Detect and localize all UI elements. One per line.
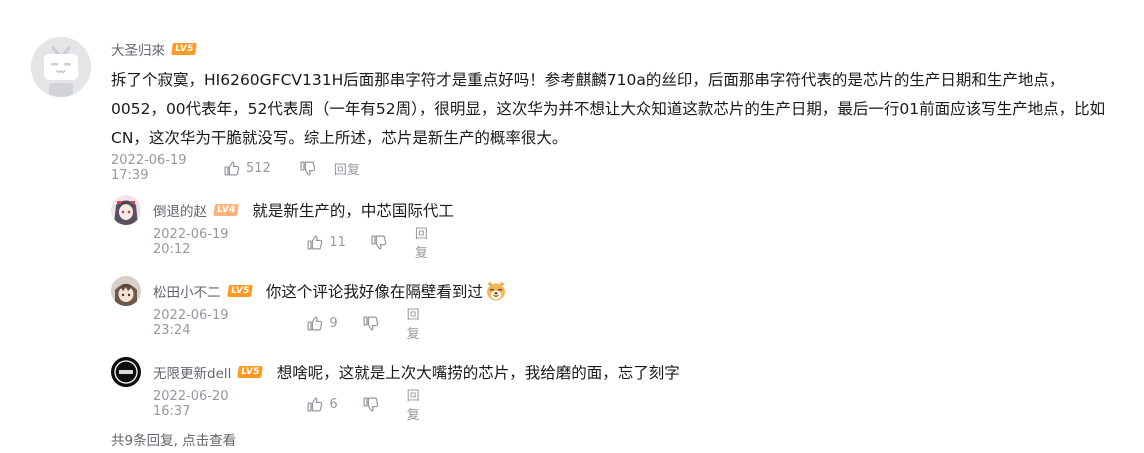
thumbs-down-icon: [300, 161, 316, 175]
reply-text: 就是新生产的，中芯国际代工: [252, 202, 454, 220]
default-avatar-icon: [31, 37, 91, 97]
reply-text: 你这个评论我好像在隔壁看到过: [265, 283, 483, 301]
like-count: 6: [329, 396, 338, 412]
thumbs-down-icon: [363, 397, 378, 411]
thumbs-up-icon: [307, 235, 323, 249]
dislike-button[interactable]: [362, 396, 379, 413]
avatar[interactable]: [111, 195, 141, 225]
username[interactable]: 大圣归來: [111, 39, 165, 59]
like-button[interactable]: 512: [223, 160, 271, 177]
dislike-button[interactable]: [370, 234, 387, 251]
comment-header: 大圣归來 LV5: [111, 38, 1111, 60]
thumbs-up-icon: [307, 397, 323, 411]
dislike-button[interactable]: [299, 160, 316, 177]
level-badge: LV5: [226, 285, 253, 297]
avatar[interactable]: [31, 37, 91, 97]
view-more-replies-link[interactable]: 共9条回复, 点击查看: [111, 429, 236, 449]
comment-body: 大圣归來 LV5 拆了个寂寞，HI6260GFCV131H后面那串字符才是重点好…: [111, 38, 1111, 183]
comment-meta: 2022-06-19 17:39 512 回复: [111, 153, 1111, 183]
reply-time: 2022-06-20 16:37: [153, 389, 229, 419]
dell-logo-avatar-icon: [111, 357, 141, 387]
thumbs-up-icon: [224, 161, 240, 175]
comment-time: 2022-06-19 17:39: [111, 153, 187, 183]
like-count: 9: [329, 315, 338, 331]
username[interactable]: 倒退的赵: [153, 200, 207, 220]
reply-header: 倒退的赵 LV4 就是新生产的，中芯国际代工: [153, 195, 454, 225]
username[interactable]: 松田小不二: [153, 281, 221, 301]
like-count: 11: [329, 234, 346, 250]
comment-thread: 大圣归來 LV5 拆了个寂寞，HI6260GFCV131H后面那串字符才是重点好…: [0, 0, 1144, 453]
reply-time: 2022-06-19 20:12: [153, 227, 229, 257]
thumbs-up-icon: [307, 316, 323, 330]
reply-header: 松田小不二 LV5 你这个评论我好像在隔壁看到过: [153, 276, 508, 306]
like-button[interactable]: 9: [306, 315, 338, 332]
dislike-button[interactable]: [362, 315, 379, 332]
like-button[interactable]: 11: [306, 234, 346, 251]
reply-meta: 2022-06-19 20:12 11 回复: [153, 227, 439, 261]
avatar[interactable]: [111, 357, 141, 387]
like-count: 512: [246, 160, 271, 176]
level-badge: LV5: [237, 366, 264, 378]
level-badge: LV5: [171, 43, 198, 55]
reply-time: 2022-06-19 23:24: [153, 308, 229, 338]
thumbs-down-icon: [371, 235, 387, 249]
reply-meta: 2022-06-19 23:24 9 回复: [153, 308, 430, 342]
avatar[interactable]: [111, 276, 141, 306]
dog-emoji-icon: [484, 279, 508, 303]
thumbs-down-icon: [363, 316, 378, 330]
anime-girl-avatar-icon: [111, 195, 141, 225]
reply-button[interactable]: 回复: [407, 385, 431, 423]
reply-text: 想啥呢，这就是上次大嘴捞的芯片，我给磨的面，忘了刻字: [276, 364, 680, 382]
like-button[interactable]: 6: [306, 396, 338, 413]
reply-button[interactable]: 回复: [334, 159, 360, 178]
reply-button[interactable]: 回复: [415, 223, 439, 261]
reply-header: 无限更新dell LV5 想啥呢，这就是上次大嘴捞的芯片，我给磨的面，忘了刻字: [153, 357, 680, 387]
anime-boy-avatar-icon: [111, 276, 141, 306]
comment-text: 拆了个寂寞，HI6260GFCV131H后面那串字符才是重点好吗！参考麒麟710…: [111, 71, 1106, 147]
reply-button[interactable]: 回复: [407, 304, 431, 342]
level-badge: LV4: [213, 204, 240, 216]
reply-meta: 2022-06-20 16:37 6 回复: [153, 389, 430, 423]
username[interactable]: 无限更新dell: [153, 362, 231, 382]
